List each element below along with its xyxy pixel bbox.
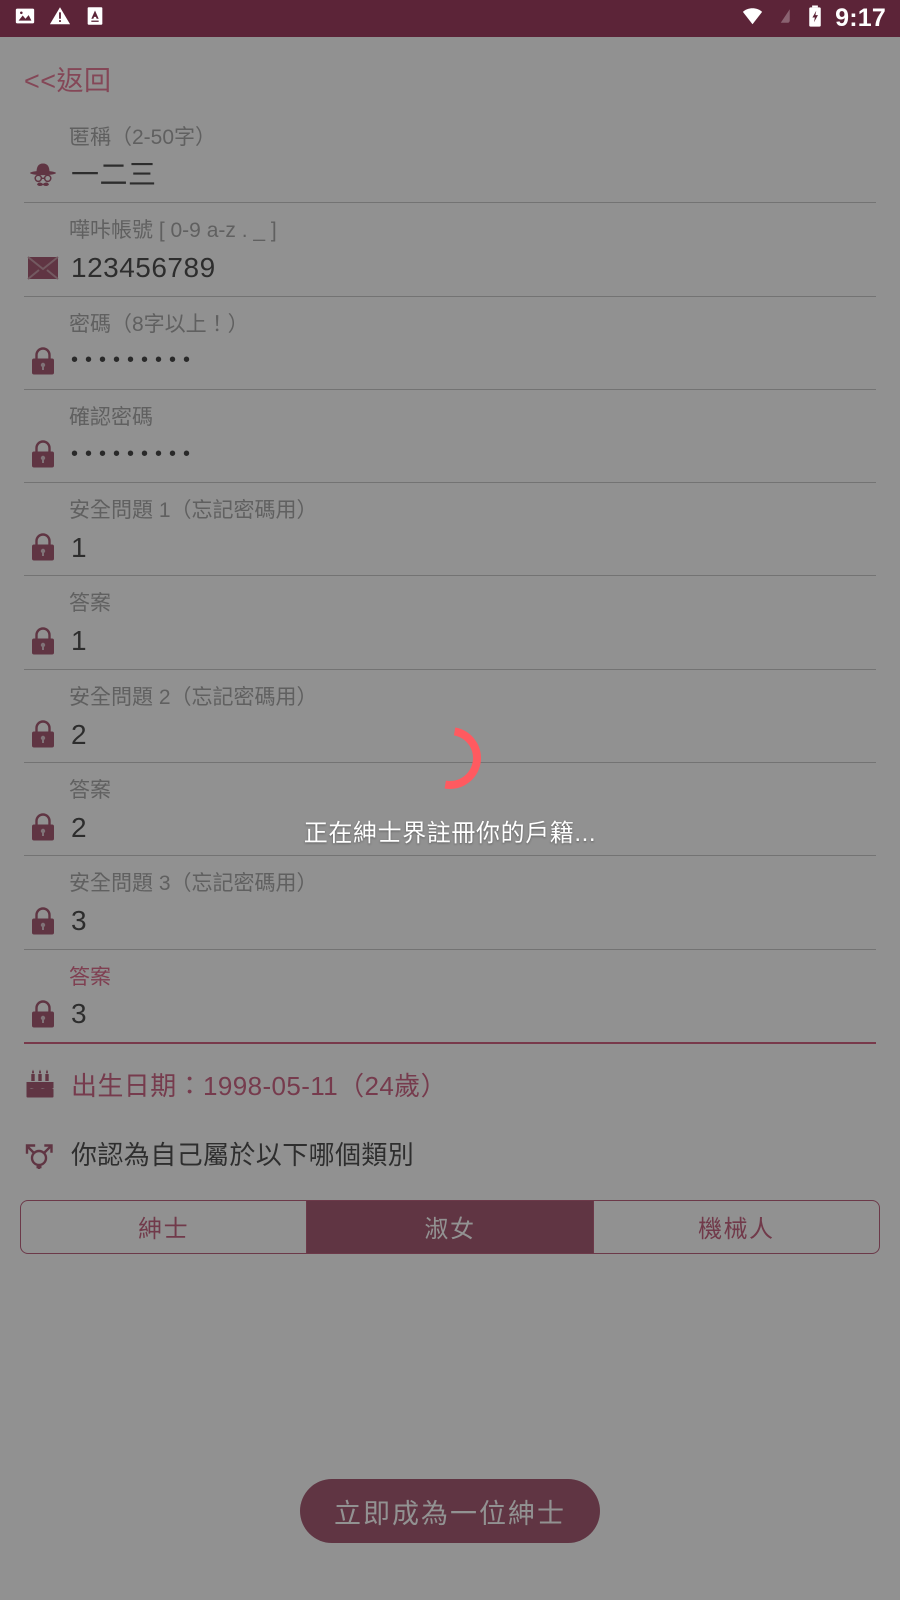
status-bar-clock: 9:17 [835,4,886,32]
font-a-icon [84,5,106,32]
loading-text: 正在紳士界註冊你的戶籍... [303,820,597,847]
status-bar-notifications [14,5,106,32]
status-bar: 9:17 [0,0,900,37]
status-bar-system-icons: 9:17 [740,4,886,33]
loading-spinner-icon [406,714,494,802]
warning-triangle-icon [49,5,71,32]
wifi-icon [740,5,765,32]
loading-indicator: 正在紳士界註冊你的戶籍... [0,714,900,848]
image-icon [14,5,36,32]
no-signal-icon [777,5,799,32]
app-screen: 9:17 <<返回 匿稱（2-50字） [0,0,900,1600]
battery-charging-icon [807,4,823,33]
